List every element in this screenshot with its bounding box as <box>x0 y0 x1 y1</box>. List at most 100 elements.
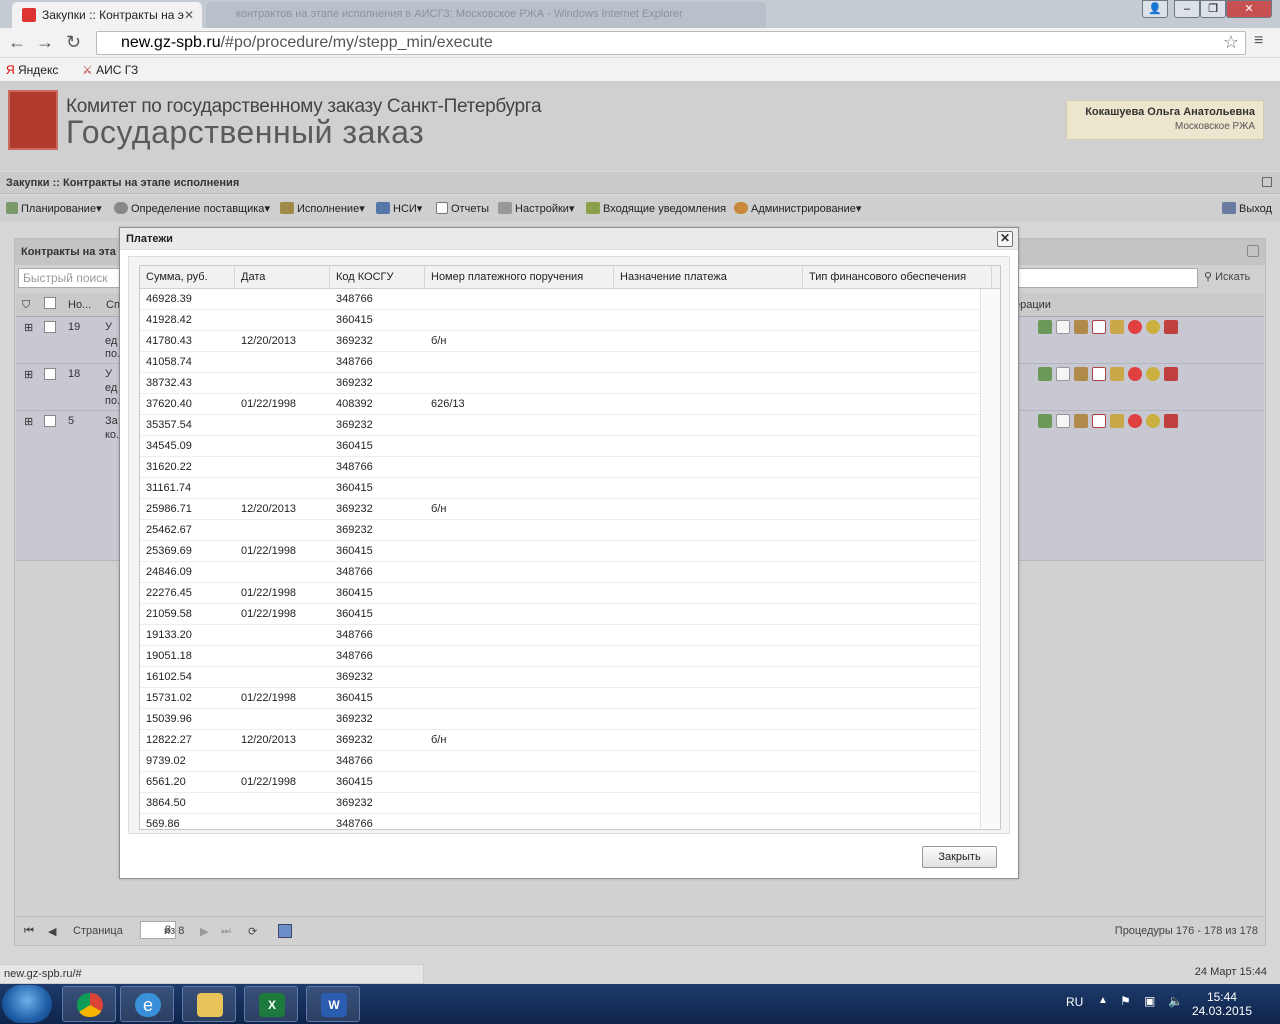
vertical-scrollbar[interactable] <box>980 289 1000 829</box>
ops-doc-icon[interactable] <box>1056 414 1070 428</box>
payment-row[interactable]: 41928.42 360415 <box>140 310 980 331</box>
bookmark-star-icon[interactable]: ☆ <box>1223 32 1239 53</box>
ops-stop-icon[interactable] <box>1128 367 1142 381</box>
network-icon[interactable]: ▣ <box>1144 994 1155 1008</box>
payment-row[interactable]: 34545.09 360415 <box>140 436 980 457</box>
ops-report-icon[interactable] <box>1092 320 1106 334</box>
expand-icon[interactable]: ⊞ <box>24 321 33 334</box>
payment-row[interactable]: 16102.54 369232 <box>140 667 980 688</box>
payment-row[interactable]: 24846.09 348766 <box>140 562 980 583</box>
clock[interactable]: 15:44 24.03.2015 <box>1192 990 1252 1018</box>
payment-row[interactable]: 37620.40 01/22/1998 408392 626/13 <box>140 394 980 415</box>
start-button-icon[interactable] <box>2 985 52 1023</box>
back-icon[interactable]: ← <box>8 32 26 53</box>
volume-icon[interactable]: 🔈 <box>1168 994 1183 1008</box>
menu-execution[interactable]: Исполнение▾ <box>280 202 365 215</box>
payments-col-header[interactable]: Сумма, руб. <box>140 266 235 289</box>
ops-users-icon[interactable] <box>1164 320 1178 334</box>
payment-row[interactable]: 31620.22 348766 <box>140 457 980 478</box>
ops-folder-icon[interactable] <box>1110 414 1124 428</box>
payments-col-header[interactable]: Код КОСГУ <box>330 266 425 289</box>
word-taskbar-button[interactable]: W <box>306 986 360 1022</box>
payment-row[interactable]: 31161.74 360415 <box>140 478 980 499</box>
ops-gear-icon[interactable] <box>1038 320 1052 334</box>
payment-row[interactable]: 46928.39 348766 <box>140 289 980 310</box>
excel-taskbar-button[interactable]: X <box>244 986 298 1022</box>
filter-icon[interactable]: ⛉ <box>22 299 30 312</box>
menu-reports[interactable]: Отчеты <box>436 202 489 215</box>
col-operations-header[interactable]: ерации <box>1014 299 1051 311</box>
payment-row[interactable]: 22276.45 01/22/1998 360415 <box>140 583 980 604</box>
ops-coins-icon[interactable] <box>1146 367 1160 381</box>
refresh-icon[interactable] <box>1247 245 1259 257</box>
payment-row[interactable]: 21059.58 01/22/1998 360415 <box>140 604 980 625</box>
ops-folder-icon[interactable] <box>1110 320 1124 334</box>
flag-icon[interactable]: ⚑ <box>1120 994 1131 1008</box>
user-box[interactable]: Кокашуева Ольга Анатольевна Московское Р… <box>1066 100 1264 140</box>
ops-emblem-icon[interactable] <box>1074 414 1088 428</box>
search-button[interactable]: ⚲ Искать <box>1204 270 1250 283</box>
menu-admin[interactable]: Администрирование▾ <box>734 202 861 215</box>
first-page-icon[interactable]: ⏮ <box>24 925 34 938</box>
reload-grid-icon[interactable]: ⟳ <box>248 925 257 938</box>
explorer-taskbar-button[interactable] <box>182 986 236 1022</box>
ops-gear-icon[interactable] <box>1038 367 1052 381</box>
ops-report-icon[interactable] <box>1092 414 1106 428</box>
payment-row[interactable]: 19133.20 348766 <box>140 625 980 646</box>
payment-row[interactable]: 25462.67 369232 <box>140 520 980 541</box>
menu-settings[interactable]: Настройки▾ <box>498 202 574 215</box>
payment-row[interactable]: 38732.43 369232 <box>140 373 980 394</box>
payment-row[interactable]: 41780.43 12/20/2013 369232 б/н <box>140 331 980 352</box>
dialog-close-icon[interactable]: ✕ <box>997 231 1013 247</box>
ops-users-icon[interactable] <box>1164 367 1178 381</box>
menu-notifications[interactable]: Входящие уведомления <box>586 202 726 215</box>
ops-report-icon[interactable] <box>1092 367 1106 381</box>
exit-button[interactable]: Выход <box>1222 202 1272 215</box>
payment-row[interactable]: 25986.71 12/20/2013 369232 б/н <box>140 499 980 520</box>
payment-row[interactable]: 35357.54 369232 <box>140 415 980 436</box>
select-all-checkbox[interactable] <box>44 297 56 309</box>
close-button[interactable]: Закрыть <box>922 846 997 868</box>
ie-taskbar-button[interactable]: e <box>120 986 174 1022</box>
ops-stop-icon[interactable] <box>1128 414 1142 428</box>
tab-close-icon[interactable]: ✕ <box>184 8 194 22</box>
ops-coins-icon[interactable] <box>1146 414 1160 428</box>
menu-supplier[interactable]: Определение поставщика▾ <box>114 202 270 215</box>
row-checkbox[interactable] <box>44 415 56 427</box>
next-page-icon[interactable]: ▶ <box>200 925 208 938</box>
ops-gear-icon[interactable] <box>1038 414 1052 428</box>
payments-col-header[interactable]: Назначение платежа <box>614 266 803 289</box>
payments-col-header[interactable]: Дата <box>235 266 330 289</box>
save-icon[interactable] <box>278 924 292 938</box>
chrome-taskbar-button[interactable] <box>62 986 116 1022</box>
forward-icon[interactable]: → <box>36 32 54 53</box>
payment-row[interactable]: 19051.18 348766 <box>140 646 980 667</box>
minimize-icon[interactable]: – <box>1174 0 1200 18</box>
window-close-icon[interactable]: ✕ <box>1226 0 1272 18</box>
payment-row[interactable]: 12822.27 12/20/2013 369232 б/н <box>140 730 980 751</box>
payment-row[interactable]: 15039.96 369232 <box>140 709 980 730</box>
payment-row[interactable]: 6561.20 01/22/1998 360415 <box>140 772 980 793</box>
payments-col-header[interactable]: Тип финансового обеспечения <box>803 266 992 289</box>
reload-icon[interactable]: ↻ <box>66 32 81 53</box>
ops-emblem-icon[interactable] <box>1074 320 1088 334</box>
expand-icon[interactable]: ⊞ <box>24 415 33 428</box>
payment-row[interactable]: 15731.02 01/22/1998 360415 <box>140 688 980 709</box>
maximize-icon[interactable]: ❐ <box>1200 0 1226 18</box>
menu-planning[interactable]: Планирование▾ <box>6 202 102 215</box>
ops-users-icon[interactable] <box>1164 414 1178 428</box>
ops-coins-icon[interactable] <box>1146 320 1160 334</box>
language-indicator[interactable]: RU <box>1066 995 1083 1009</box>
url-input[interactable]: new.gz-spb.ru/#po/procedure/my/stepp_min… <box>96 31 1246 55</box>
chrome-menu-icon[interactable]: ≡ <box>1254 32 1263 50</box>
payment-row[interactable]: 3864.50 369232 <box>140 793 980 814</box>
ops-stop-icon[interactable] <box>1128 320 1142 334</box>
payment-row[interactable]: 9739.02 348766 <box>140 751 980 772</box>
ops-doc-icon[interactable] <box>1056 367 1070 381</box>
tray-expand-icon[interactable]: ▲ <box>1098 995 1108 1006</box>
expand-icon[interactable]: ⊞ <box>24 368 33 381</box>
browser-tab-active[interactable]: Закупки :: Контракты на э ✕ <box>12 2 202 28</box>
col-number-header[interactable]: Но... <box>68 299 91 311</box>
prev-page-icon[interactable]: ◀ <box>48 925 56 938</box>
payment-row[interactable]: 41058.74 348766 <box>140 352 980 373</box>
